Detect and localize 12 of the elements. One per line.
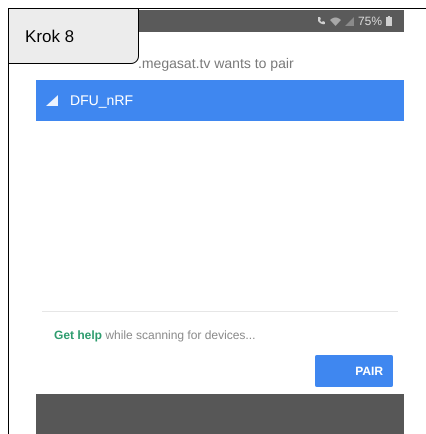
phone-icon: [316, 16, 326, 26]
signal-icon: [344, 16, 354, 26]
battery-percentage: 75%: [358, 13, 382, 30]
device-row[interactable]: DFU_nRF: [36, 80, 404, 121]
battery-icon: [386, 16, 392, 26]
step-label: Krok 8: [8, 8, 139, 64]
help-link[interactable]: Get help: [54, 328, 102, 342]
pair-button[interactable]: PAIR: [315, 355, 393, 387]
signal-icon: [46, 95, 58, 106]
wifi-icon: [330, 16, 341, 26]
help-text: Get help while scanning for devices...: [53, 327, 256, 344]
dialog-title: .megasat.tv wants to pair: [138, 54, 294, 73]
